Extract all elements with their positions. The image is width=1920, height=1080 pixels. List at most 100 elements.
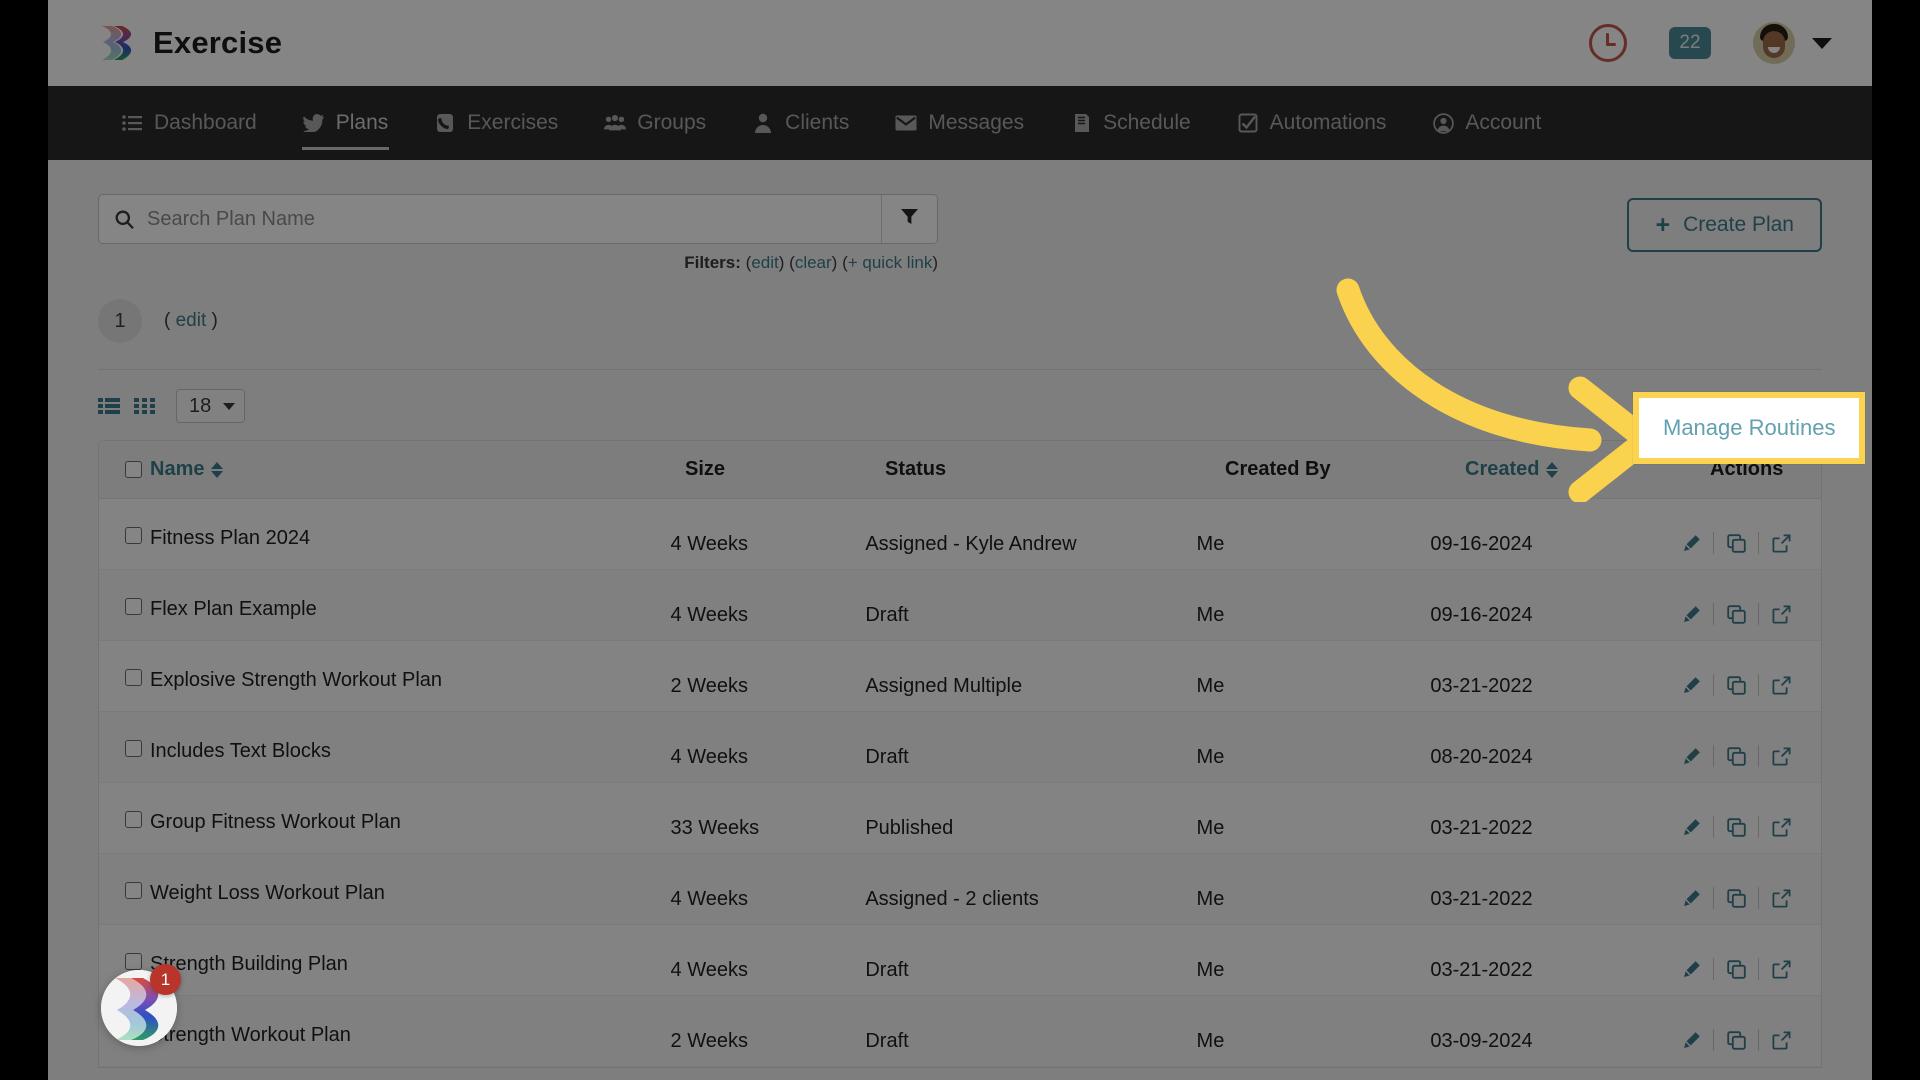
nav-item-automations[interactable]: Automations [1214, 86, 1410, 160]
cell-created: 03-09-2024 [1430, 1029, 1533, 1052]
table-row[interactable]: Strength Workout Plan 2 Weeks Draft Me 03-09… [99, 996, 1821, 1067]
cell-created: 03-21-2022 [1430, 958, 1533, 981]
table-row[interactable]: Explosive Strength Workout Plan 2 Weeks As… [99, 641, 1821, 712]
nav-item-groups[interactable]: Groups [581, 86, 729, 160]
nav-item-exercises[interactable]: Exercises [411, 86, 581, 160]
copy-icon[interactable] [1714, 599, 1758, 629]
manage-routines-highlight: Manage Routines [1633, 392, 1866, 464]
filters-clear-link[interactable]: clear [795, 253, 832, 272]
chat-launcher[interactable]: 1 [101, 964, 181, 1046]
sort-arrows-icon [211, 461, 224, 478]
filters-label: Filters: [684, 253, 741, 272]
copy-icon[interactable] [1714, 812, 1758, 842]
copy-icon[interactable] [1714, 954, 1758, 984]
plan-name[interactable]: Strength Workout Plan [150, 1024, 351, 1047]
row-checkbox[interactable] [125, 668, 142, 686]
table-row[interactable]: Fitness Plan 2024 4 Weeks Assigned - Kyle … [99, 499, 1821, 570]
search-input[interactable] [147, 207, 865, 231]
external-link-icon[interactable] [1759, 741, 1803, 771]
table-row[interactable]: Strength Building Plan 4 Weeks Draft Me 03-2… [99, 925, 1821, 996]
copy-icon[interactable] [1714, 883, 1758, 913]
external-link-icon[interactable] [1759, 883, 1803, 913]
filter-button[interactable] [881, 195, 937, 243]
pencil-icon[interactable] [1669, 954, 1713, 984]
row-checkbox[interactable] [125, 952, 142, 970]
plan-name[interactable]: Group Fitness Workout Plan [150, 811, 401, 834]
filters-edit-link[interactable]: edit [751, 253, 778, 272]
nav-label: Dashboard [154, 111, 257, 134]
nav-item-dashboard[interactable]: Dashboard [98, 86, 280, 160]
external-link-icon[interactable] [1759, 670, 1803, 700]
nav-label: Exercises [467, 111, 559, 134]
row-checkbox[interactable] [125, 526, 142, 544]
pencil-icon[interactable] [1669, 812, 1713, 842]
external-link-icon[interactable] [1759, 1025, 1803, 1055]
row-checkbox[interactable] [125, 810, 142, 828]
pencil-icon[interactable] [1669, 883, 1713, 913]
row-actions [1669, 954, 1803, 984]
chevron-down-icon[interactable] [1812, 37, 1832, 49]
pencil-icon[interactable] [1669, 1025, 1713, 1055]
plan-name[interactable]: Includes Text Blocks [150, 740, 331, 763]
table-row[interactable]: Weight Loss Workout Plan 4 Weeks Assigned … [99, 854, 1821, 925]
pencil-icon[interactable] [1669, 599, 1713, 629]
nav-item-schedule[interactable]: Schedule [1047, 86, 1214, 160]
cell-name: Explosive Strength Workout Plan [125, 661, 671, 692]
nav-item-plans[interactable]: Plans [280, 86, 412, 160]
toolbar: Filters: (edit) (clear) (+ quick link) +… [98, 160, 1822, 273]
grid-view-icon[interactable] [134, 397, 156, 415]
cell-name: Group Fitness Workout Plan [125, 803, 671, 834]
page-number-badge[interactable]: 1 [98, 299, 142, 343]
table-row[interactable]: Includes Text Blocks 4 Weeks Draft Me 08-20-… [99, 712, 1821, 783]
row-checkbox[interactable] [125, 739, 142, 757]
table-row[interactable]: Flex Plan Example 4 Weeks Draft Me 09-16-202… [99, 570, 1821, 641]
page-count-edit-link[interactable]: edit [176, 310, 207, 331]
row-actions [1669, 1025, 1803, 1055]
cell-name: Fitness Plan 2024 [125, 519, 671, 550]
sort-by-name[interactable]: Name [150, 458, 224, 481]
browser-viewport: Exercise 22 Dashboard Plans Exercises Gr… [48, 0, 1872, 1080]
plan-name[interactable]: Weight Loss Workout Plan [150, 882, 385, 905]
external-link-icon[interactable] [1759, 599, 1803, 629]
copy-icon[interactable] [1714, 741, 1758, 771]
external-link-icon[interactable] [1759, 812, 1803, 842]
manage-routines-button[interactable]: Manage Routines [1639, 398, 1859, 458]
funnel-icon [900, 207, 919, 231]
table-row[interactable]: Group Fitness Workout Plan 33 Weeks Publis… [99, 783, 1821, 854]
pencil-icon[interactable] [1669, 528, 1713, 558]
row-actions [1669, 670, 1803, 700]
list-view-icon[interactable] [98, 397, 120, 415]
nav-item-account[interactable]: Account [1409, 86, 1564, 160]
search-field[interactable] [99, 195, 881, 243]
nav-item-clients[interactable]: Clients [729, 86, 872, 160]
person-icon [752, 112, 774, 134]
cell-actions [1669, 865, 1803, 913]
filters-quick-link[interactable]: + quick link [848, 253, 933, 272]
row-checkbox[interactable] [125, 881, 142, 899]
pencil-icon[interactable] [1669, 741, 1713, 771]
select-all-checkbox[interactable] [125, 461, 142, 478]
nav-item-messages[interactable]: Messages [872, 86, 1047, 160]
copy-icon[interactable] [1714, 528, 1758, 558]
account-menu[interactable] [1753, 22, 1832, 64]
pencil-icon[interactable] [1669, 670, 1713, 700]
create-plan-button[interactable]: + Create Plan [1627, 198, 1822, 252]
notification-count-badge[interactable]: 22 [1669, 27, 1711, 59]
copy-icon[interactable] [1714, 1025, 1758, 1055]
cell-size: 4 Weeks [670, 603, 748, 626]
external-link-icon[interactable] [1759, 954, 1803, 984]
external-link-icon[interactable] [1759, 528, 1803, 558]
cell-created-by: Me [1196, 1029, 1225, 1052]
plan-name[interactable]: Flex Plan Example [150, 598, 317, 621]
th-status: Status [885, 458, 947, 480]
plan-name[interactable]: Fitness Plan 2024 [150, 527, 310, 550]
cell-name: Includes Text Blocks [125, 732, 671, 763]
per-page-dropdown[interactable]: 18 [176, 389, 246, 423]
plan-name[interactable]: Explosive Strength Workout Plan [150, 669, 442, 692]
brand[interactable]: Exercise [98, 23, 282, 63]
row-checkbox[interactable] [125, 597, 142, 615]
plan-name[interactable]: Strength Building Plan [150, 953, 348, 976]
header-actions: 22 [1589, 22, 1832, 64]
copy-icon[interactable] [1714, 670, 1758, 700]
clock-icon[interactable] [1589, 24, 1627, 62]
